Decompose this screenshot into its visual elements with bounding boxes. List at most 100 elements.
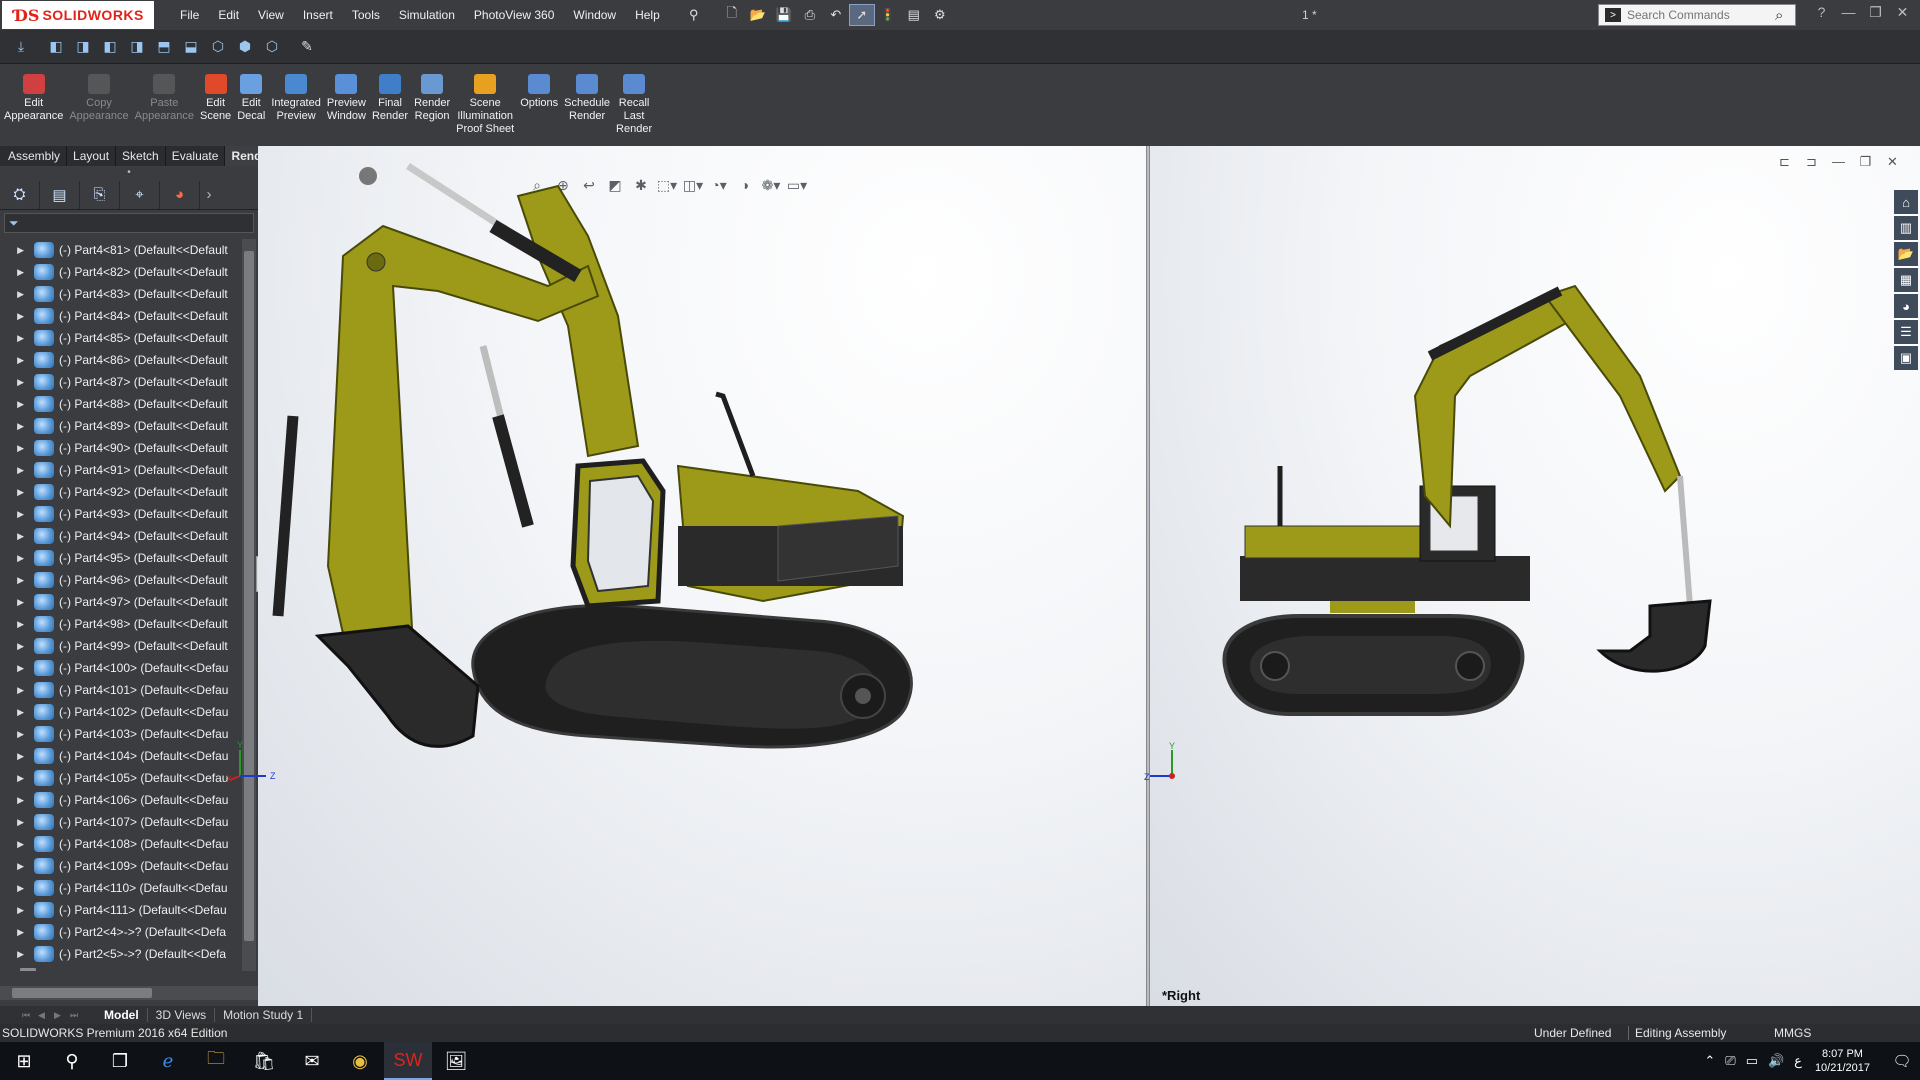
tree-item[interactable]: ▶ (-) Part2<4>->? (Default<<Defa [0,921,240,943]
tree-item[interactable]: ▶ (-) Part4<102> (Default<<Defau [0,701,240,723]
front-view-icon[interactable]: ◧ [45,36,67,58]
expand-arrow-icon[interactable]: ▶ [0,817,34,828]
last-tab-icon[interactable]: ⏭ [70,1010,86,1021]
search-input[interactable] [1627,8,1775,22]
first-tab-icon[interactable]: ⏮ [22,1010,38,1021]
integrated-preview-button[interactable]: Integrated Preview [271,74,321,146]
tree-item[interactable]: ▶ (-) Part4<109> (Default<<Defau [0,855,240,877]
recall-last-render-button[interactable]: Recall Last Render [616,74,652,146]
unit-system[interactable]: MMGS [1774,1026,1811,1040]
expand-arrow-icon[interactable]: ▶ [0,245,34,256]
file-properties-icon[interactable]: ▤ [901,4,927,26]
tree-item[interactable]: ▶ (-) Part4<94> (Default<<Default [0,525,240,547]
tree-item-cut-extrude[interactable]: ▶ Cut-Extrude1 [0,965,240,971]
tree-vertical-scrollbar[interactable] [242,239,256,971]
prev-tab-icon[interactable]: ◀ [38,1010,54,1021]
expand-arrow-icon[interactable]: ▶ [0,729,34,740]
tree-item[interactable]: ▶ (-) Part4<97> (Default<<Default [0,591,240,613]
select-pointer-icon[interactable]: ➚ [848,4,875,26]
expand-arrow-icon[interactable]: ▶ [0,355,34,366]
property-manager-tab-icon[interactable]: ▤ [40,180,80,209]
tab-evaluate[interactable]: Evaluate [166,146,226,166]
schedule-render-button[interactable]: Schedule Render [564,74,610,146]
expand-arrow-icon[interactable]: ▶ [0,905,34,916]
graphics-viewport-left[interactable]: ⌕ ⊕ ↩ ◩ ✱ ⬚▾ ◫▾ ◔▾ ◑ ❁▾ ▭▾ Y X Z [226,146,1146,1006]
expand-arrow-icon[interactable]: ▶ [0,707,34,718]
expand-arrow-icon[interactable]: ▶ [0,773,34,784]
expand-arrow-icon[interactable]: ▶ [0,839,34,850]
tree-item[interactable]: ▶ (-) Part4<101> (Default<<Defau [0,679,240,701]
tree-item[interactable]: ▶ (-) Part4<105> (Default<<Defau [0,767,240,789]
tree-item[interactable]: ▶ (-) Part4<107> (Default<<Defau [0,811,240,833]
tab-sketch[interactable]: Sketch [116,146,166,166]
edge-browser-icon[interactable]: ℯ [144,1042,192,1080]
paste-appearance-button[interactable]: Paste Appearance [135,74,194,146]
tree-item[interactable]: ▶ (-) Part4<92> (Default<<Default [0,481,240,503]
expand-arrow-icon[interactable]: ▶ [0,421,34,432]
restore-icon[interactable]: ❐ [1862,4,1889,21]
start-windows-icon[interactable]: ⊞ [0,1042,48,1080]
tab-layout[interactable]: Layout [67,146,117,166]
expand-arrow-icon[interactable]: ▶ [0,333,34,344]
expand-arrow-icon[interactable]: ▶ [0,289,34,300]
tree-item[interactable]: ▶ (-) Part4<98> (Default<<Default [0,613,240,635]
menu-view[interactable]: View [258,8,284,22]
tree-item[interactable]: ▶ (-) Part4<95> (Default<<Default [0,547,240,569]
right-view-icon[interactable]: ◨ [126,36,148,58]
tree-item[interactable]: ▶ (-) Part4<88> (Default<<Default [0,393,240,415]
tree-item[interactable]: ▶ (-) Part4<96> (Default<<Default [0,569,240,591]
expand-arrow-icon[interactable]: ▶ [0,377,34,388]
model-tab-model[interactable]: Model [96,1008,148,1022]
normal-to-icon[interactable]: ⤓ [10,36,32,58]
rebuild-icon[interactable]: 🚦 [875,4,901,26]
close-icon[interactable]: ✕ [1889,4,1916,21]
menu-edit[interactable]: Edit [218,8,239,22]
tree-item[interactable]: ▶ (-) Part4<86> (Default<<Default [0,349,240,371]
tree-item[interactable]: ▶ (-) Part4<81> (Default<<Default [0,239,240,261]
tree-item[interactable]: ▶ (-) Part4<91> (Default<<Default [0,459,240,481]
display-manager-tab-icon[interactable]: ◕ [160,180,200,209]
save-icon[interactable]: 💾 [771,4,797,26]
expand-arrow-icon[interactable]: ▶ [0,971,14,972]
trimetric-view-icon[interactable]: ⬢ [234,36,256,58]
paint-brush-icon[interactable]: ✎ [296,36,318,58]
expand-arrow-icon[interactable]: ▶ [0,795,34,806]
tree-item[interactable]: ▶ (-) Part4<104> (Default<<Defau [0,745,240,767]
menu-insert[interactable]: Insert [303,8,333,22]
solidworks-logo[interactable]: ƊS SOLIDWORKS [2,1,154,29]
options-button[interactable]: Options [520,74,558,146]
menu-window[interactable]: Window [573,8,616,22]
search-icon[interactable]: ⌕ [1775,7,1795,24]
tree-item[interactable]: ▶ (-) Part4<103> (Default<<Defau [0,723,240,745]
tree-item[interactable]: ▶ (-) Part4<106> (Default<<Defau [0,789,240,811]
configuration-manager-tab-icon[interactable]: ⎘ [80,180,120,209]
open-icon[interactable]: 📂 [745,4,771,26]
tray-display-icon[interactable]: ▭ [1746,1053,1758,1069]
expand-arrow-icon[interactable]: ▶ [0,443,34,454]
tree-item[interactable]: ▶ (-) Part4<90> (Default<<Default [0,437,240,459]
tree-item[interactable]: ▶ (-) Part4<83> (Default<<Default [0,283,240,305]
tree-item[interactable]: ▶ (-) Part4<108> (Default<<Defau [0,833,240,855]
expand-arrow-icon[interactable]: ▶ [0,927,34,938]
menu-simulation[interactable]: Simulation [399,8,455,22]
undo-icon[interactable]: ↶ [823,4,849,26]
task-view-icon[interactable]: ❐ [96,1042,144,1080]
solidworks-taskbar-icon[interactable]: SW [384,1042,432,1080]
tree-item[interactable]: ▶ (-) Part2<5>->? (Default<<Defa [0,943,240,965]
tree-item[interactable]: ▶ (-) Part4<100> (Default<<Defau [0,657,240,679]
tree-item[interactable]: ▶ (-) Part4<110> (Default<<Defau [0,877,240,899]
feature-manager-tab-icon[interactable]: ⛭ [0,180,40,209]
isometric-view-icon[interactable]: ⬡ [207,36,229,58]
tray-chevron-icon[interactable]: ⌃ [1704,1053,1715,1069]
menu-file[interactable]: File [180,8,199,22]
tree-item[interactable]: ▶ (-) Part4<87> (Default<<Default [0,371,240,393]
graphics-viewport-right[interactable]: ⊏ ⊐ — ❐ ✕ ⌂ ▥ 📂 ▦ ◕ ☰ ▣ Y Z *Right [1144,146,1920,1006]
help-icon[interactable]: ? [1808,4,1835,21]
mail-icon[interactable]: ✉ [288,1042,336,1080]
edit-scene-button[interactable]: Edit Scene [200,74,231,146]
tree-item[interactable]: ▶ (-) Part4<85> (Default<<Default [0,327,240,349]
expand-arrow-icon[interactable]: ▶ [0,597,34,608]
left-view-icon[interactable]: ◧ [99,36,121,58]
tray-volume-icon[interactable]: 🔊 [1768,1053,1784,1069]
expand-arrow-icon[interactable]: ▶ [0,553,34,564]
